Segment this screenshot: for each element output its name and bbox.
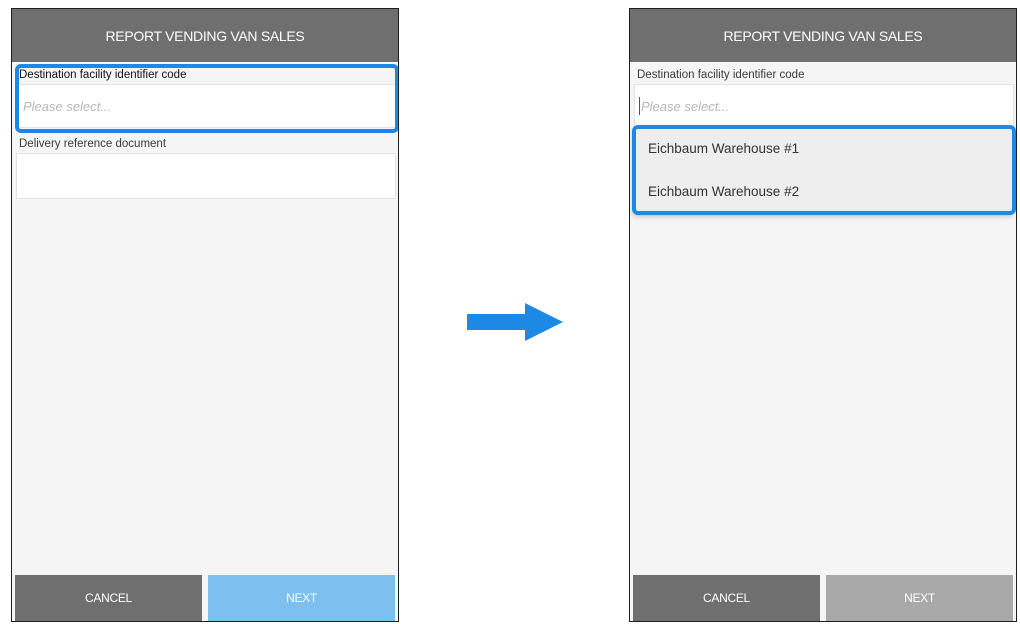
footer: CANCEL NEXT [12,575,398,621]
destination-field-group: Destination facility identifier code Ple… [634,68,1014,128]
screen-after: REPORT VENDING VAN SALES Destination fac… [629,8,1017,622]
text-caret [639,97,640,115]
dropdown-highlight [632,125,1016,215]
destination-select[interactable]: Please select... [634,84,1014,128]
next-button[interactable]: NEXT [826,575,1013,621]
footer: CANCEL NEXT [630,575,1016,621]
next-button[interactable]: NEXT [208,575,395,621]
delivery-label: Delivery reference document [19,138,167,150]
arrow-right-icon [467,303,563,341]
cancel-button[interactable]: CANCEL [633,575,820,621]
screen-before: REPORT VENDING VAN SALES Destination fac… [11,8,399,622]
delivery-input[interactable] [16,153,396,199]
destination-highlight [15,64,398,133]
delivery-field-group: Delivery reference document [16,137,396,199]
header-title: REPORT VENDING VAN SALES [630,9,1016,62]
destination-placeholder: Please select... [641,98,730,114]
cancel-button[interactable]: CANCEL [15,575,202,621]
header-title: REPORT VENDING VAN SALES [12,9,398,62]
destination-label: Destination facility identifier code [637,69,805,81]
